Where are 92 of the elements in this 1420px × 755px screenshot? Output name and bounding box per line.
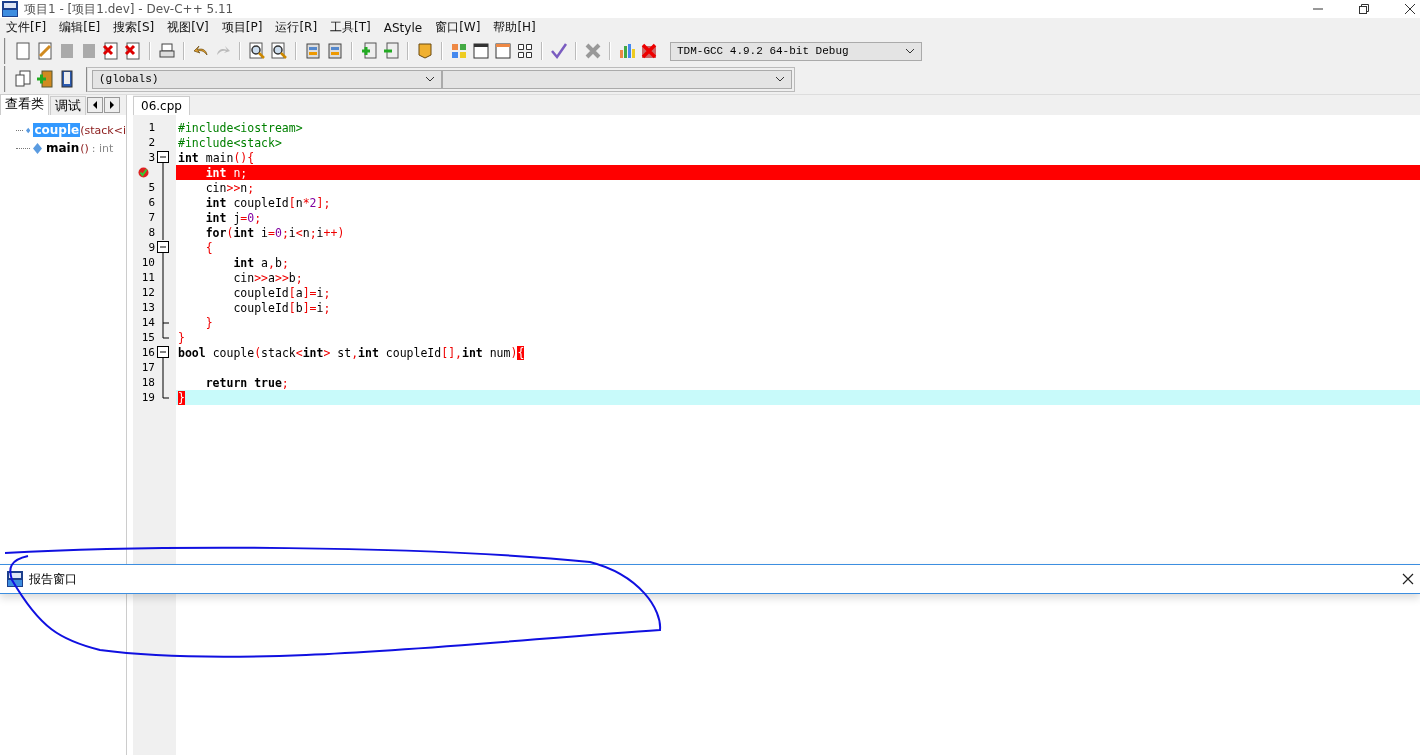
remove-file-icon[interactable]	[382, 42, 400, 60]
diamond-icon	[33, 142, 42, 154]
panel-tab[interactable]: 调试	[50, 96, 86, 115]
copy-icon[interactable]	[14, 70, 32, 88]
code-line: for(int i=0;i<n;i++)	[204, 225, 346, 240]
function-signature: ()	[80, 141, 89, 155]
close-all-icon[interactable]	[124, 42, 142, 60]
menu-item[interactable]: 文件[F]	[6, 19, 47, 36]
collapse-icon[interactable]	[157, 345, 170, 360]
breakpoint-icon[interactable]	[138, 167, 149, 178]
book-icon[interactable]	[58, 70, 76, 88]
line-number: 11	[141, 271, 155, 284]
collapse-icon[interactable]	[157, 240, 170, 255]
collapse-icon[interactable]	[157, 150, 170, 165]
line-number: 2	[148, 136, 155, 149]
open-file-icon[interactable]	[36, 42, 54, 60]
bookmark-icon[interactable]	[416, 42, 434, 60]
menu-item[interactable]: 运行[R]	[275, 19, 318, 36]
menu-item[interactable]: 帮助[H]	[493, 19, 536, 36]
color-grid-icon[interactable]	[450, 42, 468, 60]
line-number: 10	[141, 256, 155, 269]
dropdown-caret-icon	[775, 76, 785, 82]
code-line: #include<stack>	[177, 135, 283, 150]
menu-item[interactable]: 编辑[E]	[59, 19, 101, 36]
line-number: 12	[141, 286, 155, 299]
check-icon[interactable]	[550, 42, 568, 60]
line-number: 6	[148, 196, 155, 209]
file-tab[interactable]: 06.cpp	[133, 96, 190, 115]
close-file-icon[interactable]	[102, 42, 120, 60]
line-number: 1	[148, 121, 155, 134]
line-number: 7	[148, 211, 155, 224]
code-line: {	[204, 240, 214, 255]
menu-item[interactable]: 视图[V]	[167, 19, 209, 36]
code-line: return true;	[204, 375, 290, 390]
code-line: #include<iostream>	[177, 120, 304, 135]
menu-item[interactable]: 搜索[S]	[113, 19, 155, 36]
line-number: 8	[148, 226, 155, 239]
menu-item[interactable]: AStyle	[383, 20, 423, 35]
cross-icon[interactable]	[584, 42, 602, 60]
return-type: : int	[91, 141, 114, 155]
code-line: }	[204, 315, 214, 330]
code-line: coupleId[b]=i;	[232, 300, 332, 315]
grid-icon[interactable]	[516, 42, 534, 60]
scope-dropdown[interactable]: (globals)	[92, 69, 442, 89]
line-number: 3	[148, 151, 155, 164]
add-project-icon[interactable]	[36, 70, 54, 88]
line-number: 17	[141, 361, 155, 374]
tree-item[interactable]: main	[45, 141, 81, 155]
dropdown-caret-icon	[425, 76, 435, 82]
panel-tab[interactable]: 查看类	[0, 94, 49, 115]
restore-icon[interactable]	[1358, 3, 1370, 15]
window-icon[interactable]	[472, 42, 490, 60]
report-window-title: 报告窗口	[29, 570, 77, 588]
code-line: int j=0;	[204, 210, 263, 225]
colored-window-icon[interactable]	[494, 42, 512, 60]
window-title: 项目1 - [项目1.dev] - Dev-C++ 5.11	[24, 0, 234, 18]
line-number: 16	[141, 346, 155, 359]
bar-chart-icon[interactable]	[618, 42, 636, 60]
indent-icon[interactable]	[304, 42, 322, 60]
line-number: 15	[141, 331, 155, 344]
code-line: int a,b;	[232, 255, 290, 270]
scroll-right-icon[interactable]	[104, 97, 120, 113]
menu-item[interactable]: 工具[T]	[330, 19, 371, 36]
stop-icon[interactable]	[640, 42, 658, 60]
function-signature: (stack<i	[80, 123, 126, 137]
line-number: 9	[148, 241, 155, 254]
code-line: bool couple(stack<int> st,int coupleId[],int num){	[177, 345, 526, 360]
code-line: int coupleId[n*2];	[204, 195, 332, 210]
code-line: cin>>n;	[204, 180, 256, 195]
code-line: int main(){	[177, 150, 256, 165]
scroll-left-icon[interactable]	[87, 97, 103, 113]
line-number: 19	[141, 391, 155, 404]
code-line: coupleId[a]=i;	[232, 285, 332, 300]
replace-icon[interactable]	[270, 42, 288, 60]
code-line: }	[177, 330, 186, 345]
unindent-icon[interactable]	[326, 42, 344, 60]
close-icon[interactable]	[1404, 3, 1416, 15]
line-number: 5	[148, 181, 155, 194]
menu-item[interactable]: 窗口[W]	[435, 19, 481, 36]
line-number: 14	[141, 316, 155, 329]
add-file-icon[interactable]	[360, 42, 378, 60]
new-file-icon[interactable]	[14, 42, 32, 60]
code-line: cin>>a>>b;	[232, 270, 304, 285]
search-icon[interactable]	[248, 42, 266, 60]
line-number: 13	[141, 301, 155, 314]
dropdown-caret-icon	[905, 48, 915, 54]
compiler-dropdown[interactable]: TDM-GCC 4.9.2 64-bit Debug	[670, 41, 922, 61]
menu-item[interactable]: 项目[P]	[221, 19, 263, 36]
line-number: 18	[141, 376, 155, 389]
close-icon[interactable]	[1402, 573, 1414, 585]
print-icon[interactable]	[158, 42, 176, 60]
app-logo-icon	[2, 1, 18, 17]
